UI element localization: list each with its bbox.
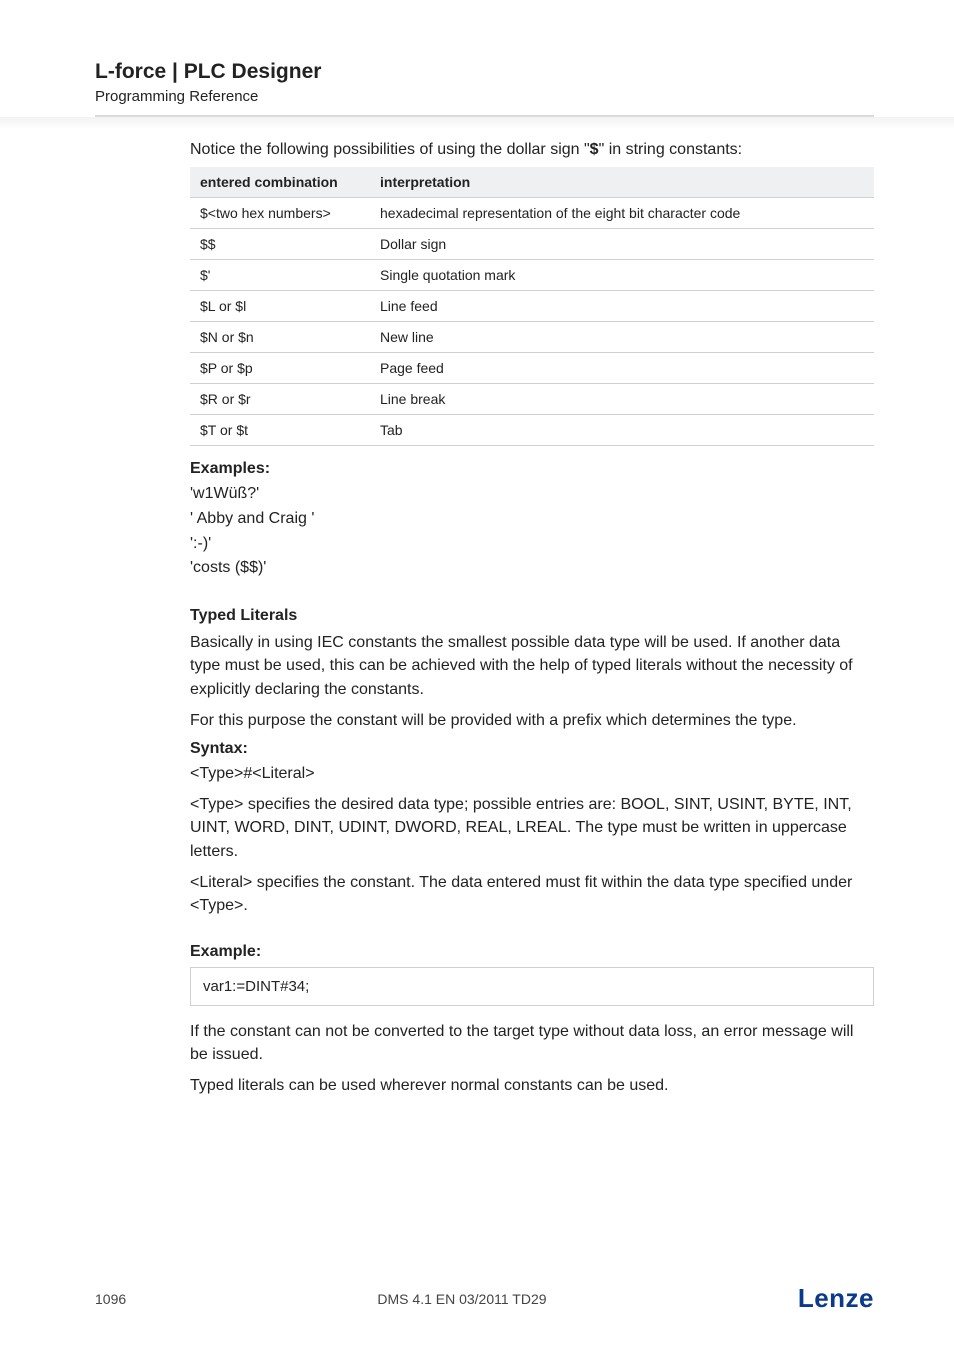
syntax-label: Syntax:	[190, 740, 874, 758]
table-cell: $P or $p	[190, 353, 370, 384]
doc-section: Programming Reference	[95, 88, 874, 105]
example-line: 'w1Wüß?'	[190, 482, 874, 507]
table-cell: $$	[190, 229, 370, 260]
syntax-line: <Type>#<Literal>	[190, 762, 874, 785]
table-cell: $L or $l	[190, 291, 370, 322]
table-cell: New line	[370, 322, 874, 353]
table-head-col2: interpretation	[370, 167, 874, 198]
table-cell: Dollar sign	[370, 229, 874, 260]
examples-block: 'w1Wüß?' ' Abby and Craig ' ':-)' 'costs…	[190, 482, 874, 581]
table-cell: Single quotation mark	[370, 260, 874, 291]
intro-dollar: $	[590, 141, 599, 158]
example2-p2: Typed literals can be used wherever norm…	[190, 1074, 874, 1097]
page-header: L-force | PLC Designer Programming Refer…	[95, 60, 874, 117]
example-line: ' Abby and Craig '	[190, 507, 874, 532]
table-cell: Tab	[370, 415, 874, 446]
typed-p1: Basically in using IEC constants the sma…	[190, 631, 874, 701]
table-row: $T or $tTab	[190, 415, 874, 446]
example-line: ':-)'	[190, 532, 874, 557]
table-cell: $N or $n	[190, 322, 370, 353]
table-cell: Page feed	[370, 353, 874, 384]
code-box: var1:=DINT#34;	[190, 967, 874, 1006]
typed-p4: <Literal> specifies the constant. The da…	[190, 871, 874, 917]
table-row: $N or $nNew line	[190, 322, 874, 353]
example2-heading: Example:	[190, 943, 874, 961]
table-cell: hexadecimal representation of the eight …	[370, 198, 874, 229]
table-head-col1: entered combination	[190, 167, 370, 198]
brand-title: L-force | PLC Designer	[95, 60, 874, 84]
intro-post: " in string constants:	[599, 141, 743, 158]
table-row: $P or $pPage feed	[190, 353, 874, 384]
example2-p1: If the constant can not be converted to …	[190, 1020, 874, 1066]
table-row: $L or $lLine feed	[190, 291, 874, 322]
table-row: $<two hex numbers>hexadecimal representa…	[190, 198, 874, 229]
intro-pre: Notice the following possibilities of us…	[190, 141, 590, 158]
table-cell: $'	[190, 260, 370, 291]
lenze-logo: Lenze	[798, 1283, 874, 1314]
table-cell: $<two hex numbers>	[190, 198, 370, 229]
table-cell: Line feed	[370, 291, 874, 322]
table-row: $R or $rLine break	[190, 384, 874, 415]
page-footer: 1096 DMS 4.1 EN 03/2011 TD29 Lenze	[0, 1283, 954, 1314]
intro-line: Notice the following possibilities of us…	[190, 141, 874, 159]
table-cell: $T or $t	[190, 415, 370, 446]
table-cell: $R or $r	[190, 384, 370, 415]
main-content: Notice the following possibilities of us…	[95, 141, 874, 1098]
typed-p2: For this purpose the constant will be pr…	[190, 709, 874, 732]
page-number: 1096	[95, 1291, 126, 1307]
table-cell: Line break	[370, 384, 874, 415]
table-row: $'Single quotation mark	[190, 260, 874, 291]
examples-heading: Examples:	[190, 460, 874, 478]
table-row: $$Dollar sign	[190, 229, 874, 260]
escape-table: entered combination interpretation $<two…	[190, 167, 874, 446]
doc-id: DMS 4.1 EN 03/2011 TD29	[126, 1291, 798, 1307]
typed-p3: <Type> specifies the desired data type; …	[190, 793, 874, 863]
example-line: 'costs ($$)'	[190, 556, 874, 581]
typed-literals-heading: Typed Literals	[190, 607, 874, 625]
